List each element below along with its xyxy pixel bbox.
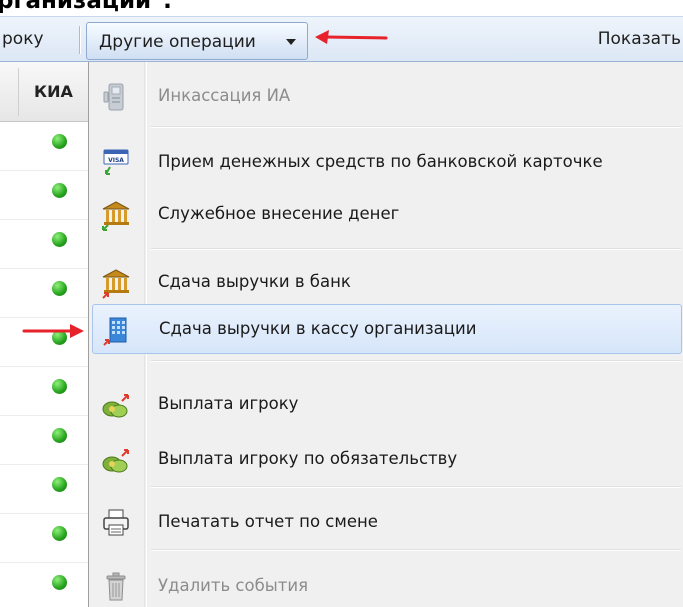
table-row[interactable]: [0, 269, 90, 318]
money-payout-icon: [102, 394, 129, 418]
menu-item-label: Инкассация ИА: [158, 86, 291, 105]
menu-separator: [151, 486, 681, 488]
menu-item-label: Удалить события: [158, 576, 309, 595]
status-ok-icon: [52, 379, 67, 394]
status-ok-icon: [52, 575, 67, 590]
menu-item-service-deposit[interactable]: Служебное внесение денег: [92, 190, 682, 240]
toolbar-separator: [79, 26, 81, 54]
menu-item-print-shift-report[interactable]: Печатать отчет по смене: [92, 498, 682, 548]
status-ok-icon: [52, 526, 67, 541]
toolbar-left-button[interactable]: року: [2, 29, 44, 49]
annotation-arrow-toolbar: [315, 30, 388, 44]
grid-header-divider: [18, 68, 19, 116]
status-ok-icon: [52, 477, 67, 492]
visa-card-icon: VISA: [103, 149, 129, 175]
printer-icon: [103, 509, 129, 536]
table-row[interactable]: [0, 367, 90, 416]
svg-text:VISA: VISA: [108, 157, 124, 164]
menu-separator: [151, 360, 681, 362]
status-ok-icon: [52, 134, 67, 149]
other-operations-menu: Инкассация ИА VISA Прием денежных средст…: [88, 62, 683, 607]
atm-terminal-icon: [103, 83, 124, 111]
bank-building-in-icon: [102, 201, 130, 231]
money-obligation-icon: [102, 449, 129, 473]
menu-item-collection[interactable]: Инкассация ИА: [92, 72, 682, 122]
bank-building-out-icon: [102, 269, 130, 299]
table-row[interactable]: [0, 171, 90, 220]
table-row[interactable]: [0, 563, 90, 607]
table-row[interactable]: [0, 514, 90, 563]
menu-item-label: Печатать отчет по смене: [158, 512, 378, 531]
menu-item-label: Служебное внесение денег: [158, 204, 400, 223]
menu-item-label: Сдача выручки в банк: [158, 272, 351, 291]
column-header-kia[interactable]: КИА: [34, 82, 73, 101]
show-button[interactable]: Показать: [598, 29, 681, 49]
status-ok-icon: [52, 428, 67, 443]
menu-separator: [151, 126, 681, 128]
menu-item-delete-events[interactable]: Удалить события: [92, 562, 682, 607]
menu-item-label: Сдача выручки в кассу организации: [159, 319, 477, 338]
table-row[interactable]: [0, 416, 90, 465]
chevron-down-icon: [286, 39, 296, 45]
menu-separator: [151, 248, 681, 250]
menu-separator: [151, 549, 681, 551]
menu-item-bank-handover[interactable]: Сдача выручки в банк: [92, 258, 682, 308]
status-ok-icon: [52, 232, 67, 247]
menu-item-label: Выплата игроку: [158, 394, 299, 413]
other-operations-button[interactable]: Другие операции: [86, 22, 308, 60]
grid-header: КИА: [0, 62, 90, 122]
annotation-arrow-menu: [22, 324, 84, 338]
trash-icon: [106, 572, 126, 601]
status-ok-icon: [52, 281, 67, 296]
menu-item-card-payment[interactable]: VISA Прием денежных средств по банковско…: [92, 138, 682, 188]
office-building-icon: [103, 317, 127, 346]
status-ok-icon: [52, 183, 67, 198]
table-row[interactable]: [0, 220, 90, 269]
menu-item-label: Прием денежных средств по банковской кар…: [158, 152, 603, 171]
page-caption: рганизации".: [0, 0, 172, 14]
other-operations-label: Другие операции: [99, 32, 256, 52]
table-row[interactable]: [0, 122, 90, 171]
menu-item-label: Выплата игроку по обязательству: [158, 449, 458, 468]
table-row[interactable]: [0, 465, 90, 514]
menu-item-player-payout[interactable]: Выплата игроку: [92, 380, 682, 430]
menu-item-player-obligation-payout[interactable]: Выплата игроку по обязательству: [92, 435, 682, 485]
menu-item-org-cashbox-handover[interactable]: Сдача выручки в кассу организации: [92, 304, 682, 354]
